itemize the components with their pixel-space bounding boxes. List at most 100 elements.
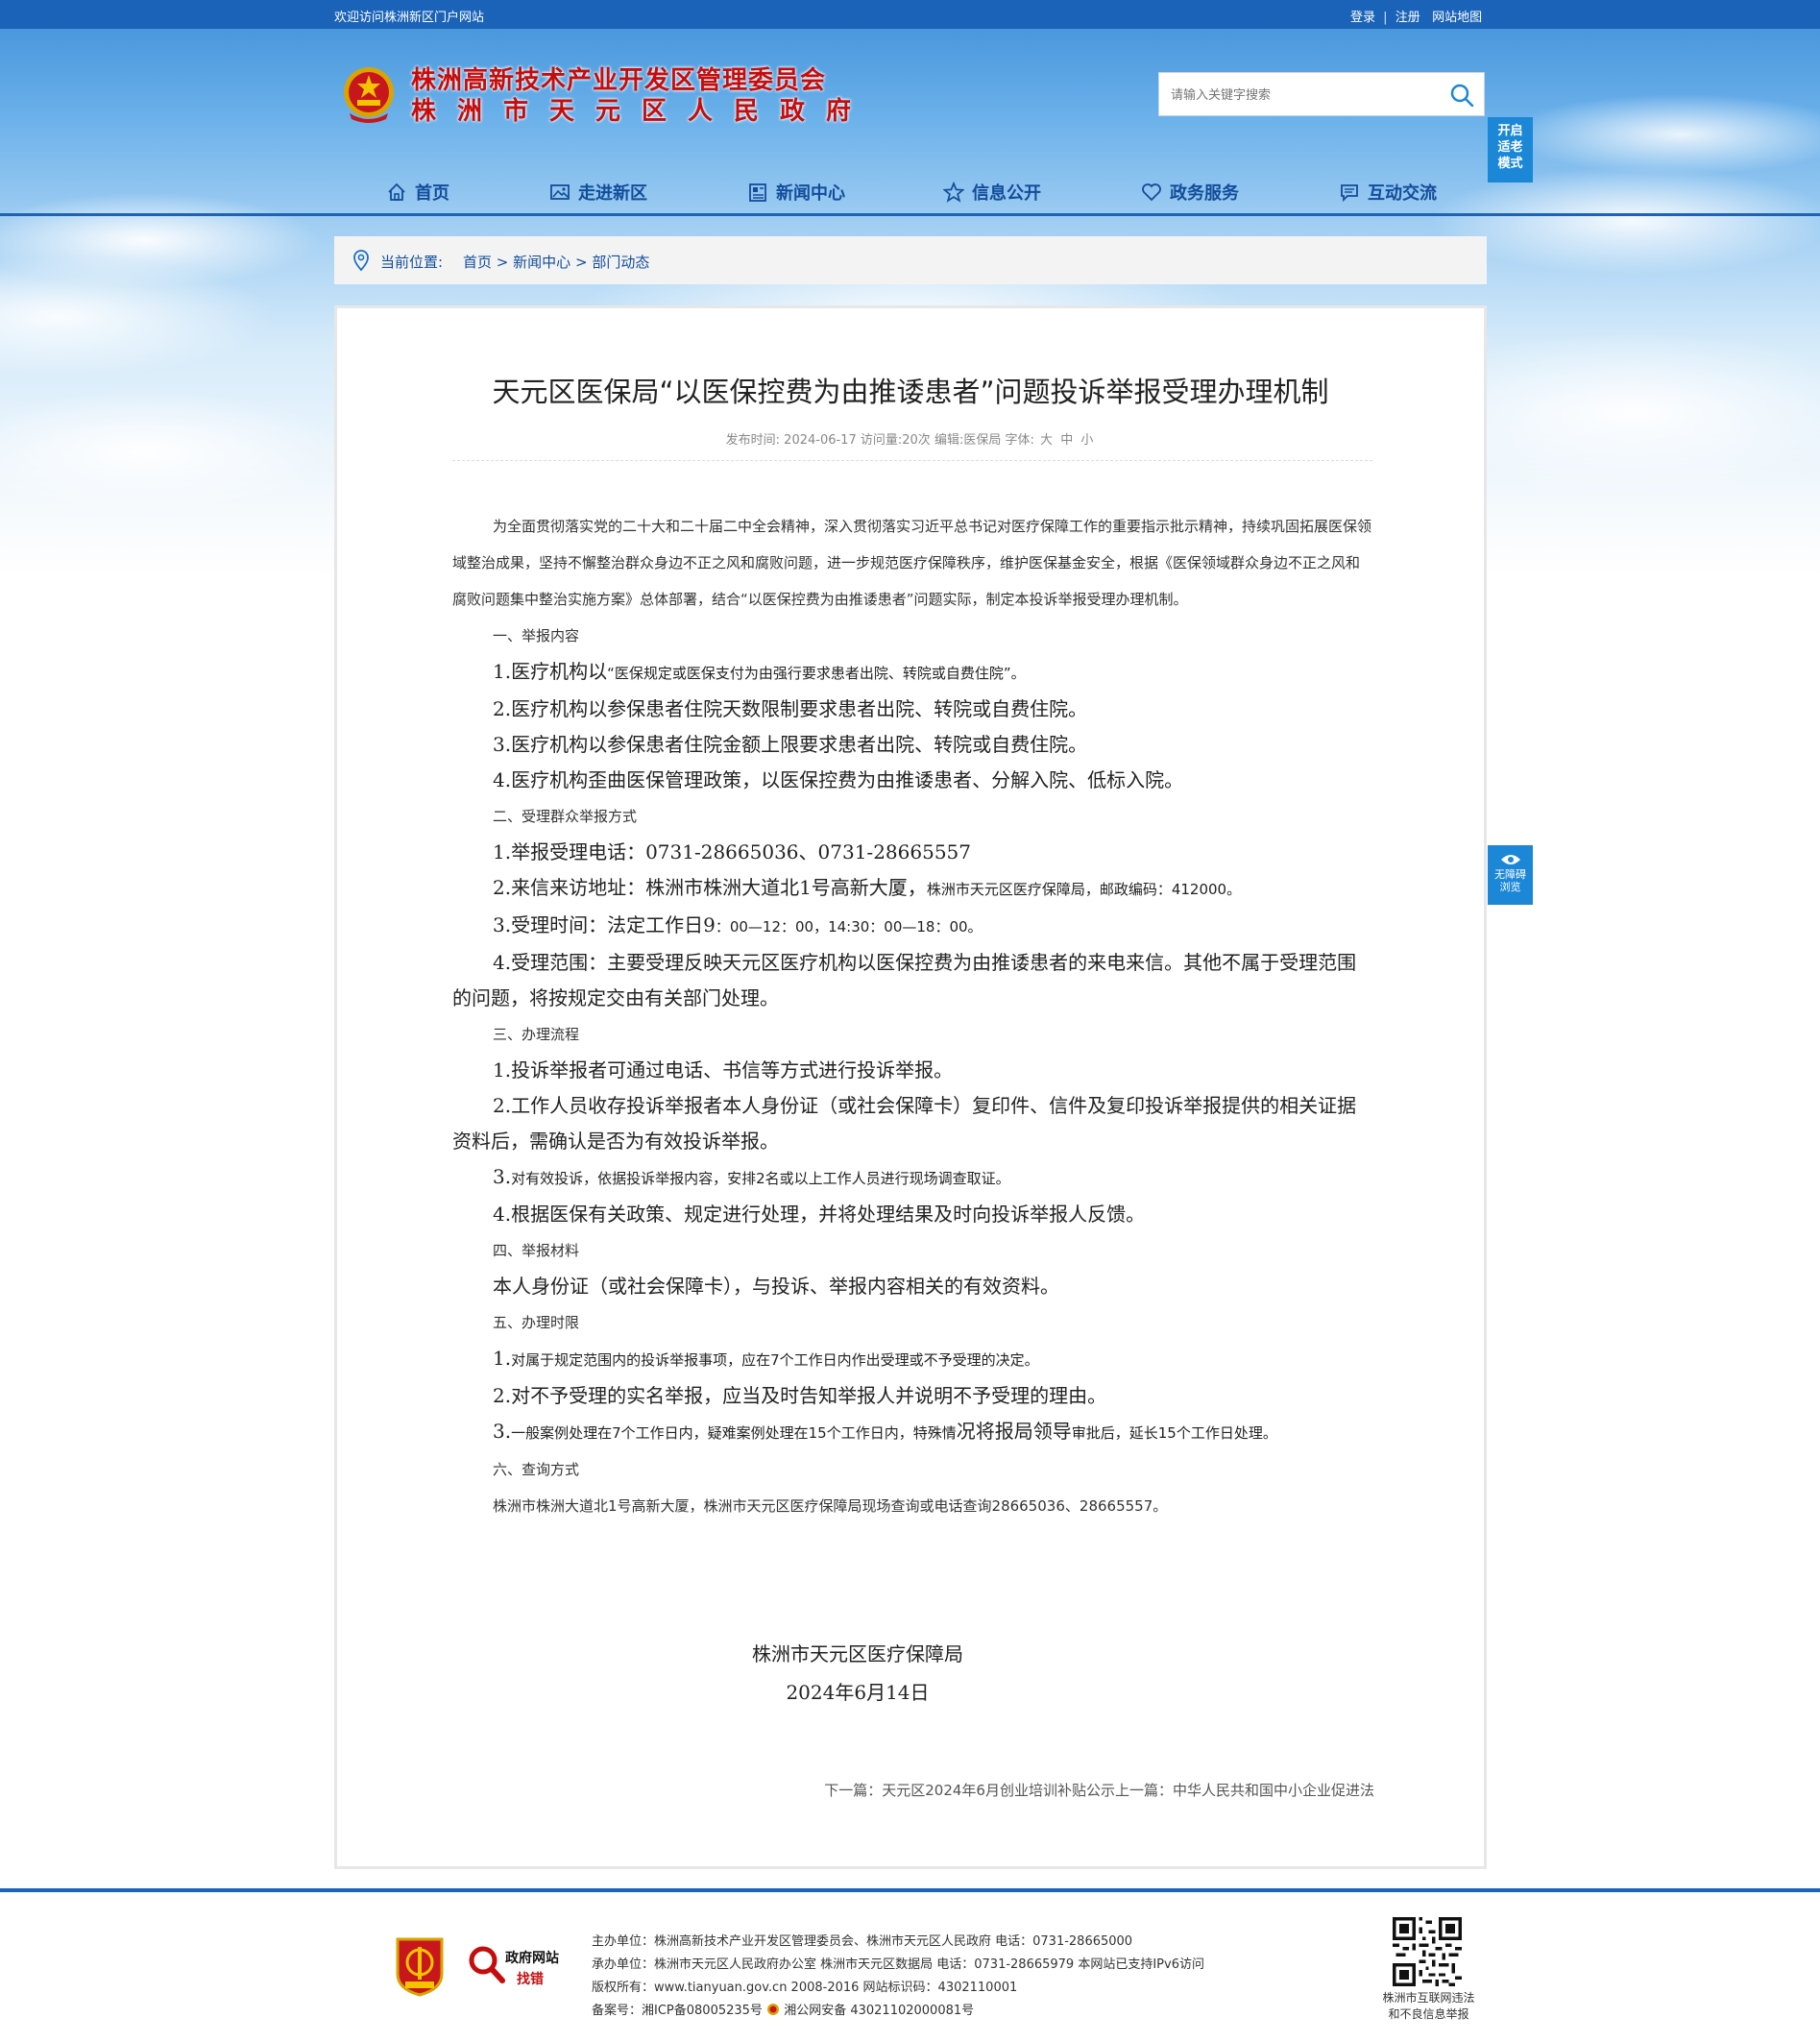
newspaper-icon bbox=[749, 183, 766, 202]
font-medium-button[interactable]: 中 bbox=[1060, 433, 1073, 448]
breadcrumb-sep: > bbox=[574, 254, 588, 271]
signature-date: 2024年6月14日 bbox=[786, 1681, 930, 1704]
site-title-line1: 株洲高新技术产业开发区管理委员会 bbox=[411, 66, 827, 95]
next-label: 下一篇： bbox=[824, 1782, 883, 1799]
text-run: 1. bbox=[493, 1347, 512, 1370]
signature-org: 株洲市天元区医疗保障局 bbox=[752, 1642, 963, 1665]
police-record-link[interactable]: 湘公网安备 43021102000081号 bbox=[784, 2004, 974, 2018]
elder-mode-label-1: 开启 bbox=[1497, 124, 1523, 138]
article-paragraph: 2.来信来访地址：株洲市株洲大道北1号高新大厦，株洲市天元区医疗保障局，邮政编码… bbox=[452, 870, 1372, 908]
breadcrumb-label: 当前位置: bbox=[380, 254, 444, 271]
section-heading: 一、举报内容 bbox=[493, 627, 580, 644]
qr-caption-line2: 和不良信息举报 bbox=[1388, 2007, 1469, 2021]
nav-item-label: 新闻中心 bbox=[776, 183, 845, 204]
text-run: 况将报局领导 bbox=[956, 1420, 1072, 1443]
picture-icon bbox=[550, 184, 570, 200]
search-icon[interactable] bbox=[1449, 83, 1474, 108]
meta-divider bbox=[452, 460, 1372, 461]
article-paragraph: 本人身份证（或社会保障卡），与投诉、举报内容相关的有效资料。 bbox=[493, 1275, 1059, 1298]
gov-badge-line1: 政府网站 bbox=[505, 1951, 559, 1966]
party-organ-badge-icon[interactable] bbox=[394, 1935, 446, 1997]
article-paragraph: 3.一般案例处理在7个工作日内，疑难案例处理在15个工作日内，特殊情况将报局领导… bbox=[452, 1414, 1372, 1451]
article-intro: 为全面贯彻落实党的二十大和二十届二中全会精神，深入贯彻落实习近平总书记对医疗保障… bbox=[452, 518, 1372, 608]
footer: 政府网站 找错 主办单位：株洲高新技术产业开发区管理委员会、株洲市天元区人民政府… bbox=[0, 1892, 1820, 2042]
main-nav: 首页 走进新区 新闻中心 信息公开 政务服务 互动交流 bbox=[334, 171, 1487, 213]
text-run: 3.受理时间：法定工作日9 bbox=[493, 913, 716, 936]
article-panel: 天元区医保局“以医保控费为由推诿患者”问题投诉举报受理办理机制 发布时间: 20… bbox=[334, 305, 1487, 1869]
breadcrumb-home[interactable]: 首页 bbox=[463, 254, 492, 271]
article-paragraph: 4.受理范围：主要受理反映天元区医疗机构以医保控费为由推诿患者的来电来信。其他不… bbox=[452, 951, 1357, 1009]
nav-item-services[interactable]: 政务服务 bbox=[1141, 171, 1239, 213]
text-run: 3. bbox=[493, 1165, 512, 1188]
breadcrumb-sep: > bbox=[496, 254, 509, 271]
accessibility-button[interactable]: 无障碍 浏览 bbox=[1488, 845, 1533, 905]
sitemap-link[interactable]: 网站地图 bbox=[1432, 11, 1482, 25]
nav-item-news[interactable]: 新闻中心 bbox=[747, 171, 845, 213]
next-article-link[interactable]: 天元区2024年6月创业培训补贴公示 bbox=[882, 1782, 1115, 1799]
font-small-button[interactable]: 小 bbox=[1080, 433, 1093, 448]
elder-mode-button[interactable]: 开启 适老 模式 bbox=[1488, 117, 1533, 182]
text-run: 3. bbox=[493, 1420, 512, 1443]
nav-item-info[interactable]: 信息公开 bbox=[943, 171, 1041, 213]
prev-label: 上一篇： bbox=[1114, 1782, 1173, 1799]
magnifier-icon bbox=[469, 1946, 505, 1983]
accessibility-label-1: 无障碍 bbox=[1494, 868, 1526, 881]
nav-item-label: 政务服务 bbox=[1170, 183, 1239, 204]
home-icon bbox=[388, 182, 405, 201]
breadcrumb: 当前位置: 首页 > 新闻中心 > 部门动态 bbox=[334, 236, 1487, 284]
nav-item-label: 互动交流 bbox=[1368, 183, 1437, 204]
article-paragraph: 4.根据医保有关政策、规定进行处理，并将处理结果及时向投诉举报人反馈。 bbox=[493, 1203, 1146, 1226]
search-input[interactable] bbox=[1169, 83, 1432, 108]
login-link[interactable]: 登录 bbox=[1350, 11, 1375, 25]
prev-article-link[interactable]: 中华人民共和国中小企业促进法 bbox=[1173, 1782, 1374, 1799]
top-links: 登录 | 注册 网站地图 bbox=[1350, 7, 1482, 25]
text-run: 株洲市天元区医疗保障局，邮政编码：412000。 bbox=[926, 881, 1242, 898]
top-bar: 欢迎访问株洲新区门户网站 登录 | 注册 网站地图 bbox=[0, 0, 1820, 29]
nav-item-about[interactable]: 走进新区 bbox=[549, 171, 647, 213]
footer-record: 备案号：湘ICP备08005235号 湘公网安备 43021102000081号 bbox=[592, 2000, 1204, 2023]
article-paragraph: 1.举报受理电话：0731-28665036、0731-28665557 bbox=[493, 840, 971, 863]
divider: | bbox=[1383, 11, 1388, 25]
text-run: 审批后，延长15个工作日处理。 bbox=[1071, 1424, 1277, 1442]
qr-caption-line1: 株洲市互联网违法 bbox=[1382, 1991, 1475, 2005]
nav-item-interact[interactable]: 互动交流 bbox=[1339, 171, 1437, 213]
nav-item-label: 走进新区 bbox=[578, 183, 647, 204]
breadcrumb-section[interactable]: 部门动态 bbox=[592, 254, 649, 271]
article-title: 天元区医保局“以医保控费为由推诿患者”问题投诉举报受理办理机制 bbox=[492, 376, 1329, 408]
icp-link[interactable]: 备案号：湘ICP备08005235号 bbox=[592, 2004, 763, 2018]
star-icon bbox=[943, 182, 964, 203]
article-paragraph: 3.对有效投诉，依据投诉举报内容，安排2名或以上工作人员进行现场调查取证。 bbox=[452, 1159, 1372, 1197]
article-paragraph: 2.医疗机构以参保患者住院天数限制要求患者出院、转院或自费住院。 bbox=[493, 697, 1088, 720]
elder-mode-label-3: 模式 bbox=[1497, 157, 1523, 171]
article-paragraph: 株洲市株洲大道北1号高新大厦，株洲市天元区医疗保障局现场查询或电话查询28665… bbox=[493, 1497, 1168, 1515]
views-label: 访问量: bbox=[860, 433, 903, 448]
publish-date: 2024-06-17 bbox=[784, 433, 857, 448]
nav-item-label: 信息公开 bbox=[972, 183, 1041, 204]
article-paragraph: 3.受理时间：法定工作日9：00—12：00，14:30：00—18：00。 bbox=[452, 908, 1372, 945]
text-run: 一般案例处理在7个工作日内，疑难案例处理在15个工作日内，特殊情 bbox=[511, 1424, 957, 1442]
nav-divider bbox=[0, 213, 1820, 216]
register-link[interactable]: 注册 bbox=[1395, 11, 1420, 25]
welcome-text: 欢迎访问株洲新区门户网站 bbox=[334, 11, 485, 25]
article-paragraph: 1.投诉举报者可通过电话、书信等方式进行投诉举报。 bbox=[493, 1058, 954, 1082]
police-badge-icon bbox=[767, 2004, 780, 2015]
breadcrumb-news[interactable]: 新闻中心 bbox=[513, 254, 570, 271]
site-title-line2: 株洲市天元区人民政府 bbox=[411, 97, 873, 126]
section-heading: 三、办理流程 bbox=[493, 1026, 580, 1043]
publish-label: 发布时间: bbox=[725, 433, 781, 448]
views-count: 20次 bbox=[902, 433, 931, 448]
font-large-button[interactable]: 大 bbox=[1040, 433, 1053, 448]
footer-copyright: 版权所有：www.tianyuan.gov.cn 2008-2016 网站标识码… bbox=[592, 1981, 1018, 1995]
nav-item-home[interactable]: 首页 bbox=[386, 171, 449, 213]
breadcrumb-path: 首页 > 新闻中心 > 部门动态 bbox=[463, 252, 649, 272]
article-paragraph: 1.对属于规定范围内的投诉举报事项，应在7个工作日内作出受理或不予受理的决定。 bbox=[452, 1341, 1372, 1378]
text-run: 对属于规定范围内的投诉举报事项，应在7个工作日内作出受理或不予受理的决定。 bbox=[511, 1351, 1039, 1369]
footer-sponsor: 主办单位：株洲高新技术产业开发区管理委员会、株洲市天元区人民政府 电话：0731… bbox=[592, 1934, 1133, 1949]
site-title: 株洲高新技术产业开发区管理委员会 株洲市天元区人民政府 bbox=[411, 65, 872, 127]
gov-site-error-report[interactable]: 政府网站 找错 bbox=[467, 1942, 563, 1988]
accessibility-label-2: 浏览 bbox=[1499, 881, 1521, 893]
article-paragraph: 2.对不予受理的实名举报，应当及时告知举报人并说明不予受理的理由。 bbox=[493, 1384, 1107, 1407]
chat-icon bbox=[1341, 184, 1358, 203]
article-body: 为全面贯彻落实党的二十大和二十届二中全会精神，深入贯彻落实习近平总书记对医疗保障… bbox=[452, 508, 1372, 1524]
article-pager: 下一篇：天元区2024年6月创业培训补贴公示上一篇：中华人民共和国中小企业促进法 bbox=[798, 1780, 1374, 1800]
